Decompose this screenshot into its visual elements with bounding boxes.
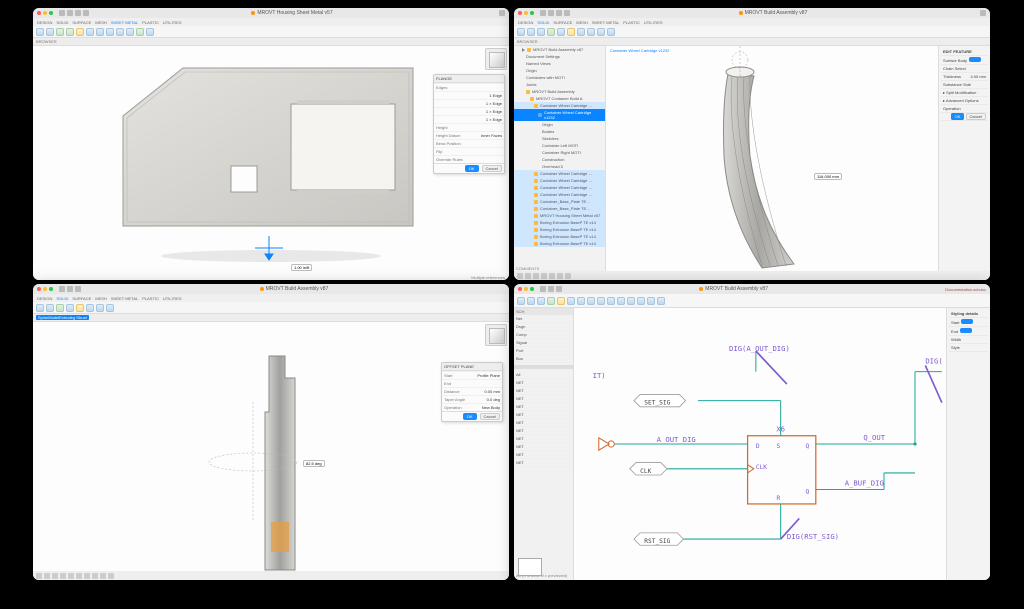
status-text: Multiple references (471, 275, 505, 280)
svg-text:Q: Q (805, 489, 809, 496)
schematic-svg: X6 D CLK Q Q S R (574, 308, 946, 580)
svg-text:IT): IT) (593, 371, 606, 380)
panel-title: OFFSET PLANE (442, 363, 502, 371)
doc-title: MROVT Housing Sheet Metal v57 (251, 10, 332, 16)
dimension-tag[interactable]: 82.5 deg (303, 460, 325, 467)
ribbon[interactable] (33, 302, 509, 314)
net-list[interactable]: All NET NET NET NET NET NET NET NET NET … (514, 371, 573, 467)
titlebar: MROVT Housing Sheet Metal v57 (33, 8, 509, 18)
svg-text:Q: Q (805, 443, 809, 450)
svg-text:S: S (777, 443, 781, 450)
minimize-icon[interactable] (524, 11, 528, 15)
minimize-icon[interactable] (524, 287, 528, 291)
ok-button[interactable]: OK (463, 413, 477, 420)
zoom-icon[interactable] (530, 11, 534, 15)
ribbon[interactable] (33, 26, 509, 38)
minimize-icon[interactable] (43, 11, 47, 15)
svg-text:CLK: CLK (756, 464, 767, 471)
svg-text:RST_SIG: RST_SIG (644, 538, 670, 545)
panel-title: EDIT FEATURE (941, 48, 988, 56)
comments-label[interactable]: COMMENTS (516, 266, 539, 271)
browser-bar[interactable]: BROWSER (514, 38, 990, 46)
svg-text:DIG(A_OUT_DIG): DIG(A_OUT_DIG) (729, 344, 790, 353)
window-q2: MROVT Build Assembly v87 DESIGNSOLIDSURF… (514, 8, 990, 280)
svg-text:SET_SIG: SET_SIG (644, 400, 670, 407)
close-icon[interactable] (37, 287, 41, 291)
model-cartridge (514, 46, 990, 276)
viewport[interactable]: 82.5 deg OFFSET PLANE StartProfile Plane… (33, 322, 509, 580)
svg-text:CLK: CLK (640, 468, 651, 475)
dimension-tag[interactable]: 116.000 mm (814, 173, 842, 180)
flange-panel[interactable]: FLANGE Edges 1 Edge 1 × Edge 1 × Edge 1 … (433, 74, 505, 174)
zoom-icon[interactable] (49, 287, 53, 291)
titlebar: MROVT Build Assembly v87 (33, 284, 509, 294)
tab-bar[interactable]: DESIGNSOLIDSURFACE MESHSHEET METALPLASTI… (514, 18, 990, 26)
cancel-button[interactable]: Cancel (482, 165, 502, 172)
doc-title: MROVT Build Assembly v87 (699, 286, 768, 292)
close-icon[interactable] (518, 11, 522, 15)
ok-button[interactable]: OK (951, 113, 965, 120)
tab-bar[interactable]: DESIGNSOLIDSURFACE MESHSHEET METAL PLAST… (33, 18, 509, 26)
zoom-icon[interactable] (49, 11, 53, 15)
sheet-thumb[interactable] (518, 558, 542, 576)
panel-title: FLANGE (434, 75, 504, 83)
model-column (33, 322, 509, 580)
close-icon[interactable] (37, 11, 41, 15)
browser-bar[interactable]: SpineModelExtrudeg Struct (33, 314, 509, 322)
viewport[interactable]: Container Wheel Cartridge v1232 MROVT Bu… (514, 46, 990, 280)
svg-text:D: D (756, 443, 760, 450)
schematic-canvas[interactable]: SCH Net Dsgn Comp Signal Port Bus All NE… (514, 308, 990, 580)
edit-feature-panel[interactable]: EDIT FEATURE Surface Body Chain Select T… (938, 46, 990, 280)
titlebar: MROVT Build Assembly v87 Documentation.s… (514, 284, 990, 294)
ok-button[interactable]: OK (465, 165, 479, 172)
minimize-icon[interactable] (43, 287, 47, 291)
left-panel[interactable]: SCH Net Dsgn Comp Signal Port Bus All NE… (514, 308, 574, 580)
window-q1: MROVT Housing Sheet Metal v57 DESIGNSOLI… (33, 8, 509, 280)
svg-text:A_BUF_DIG: A_BUF_DIG (845, 478, 884, 487)
cancel-button[interactable]: Cancel (966, 113, 986, 120)
doc-title: MROVT Build Assembly v87 (739, 10, 808, 16)
svg-text:R: R (777, 495, 781, 502)
style-panel[interactable]: Styling details Start End Width Style (946, 308, 990, 580)
titlebar: MROVT Build Assembly v87 (514, 8, 990, 18)
window-q4: MROVT Build Assembly v87 Documentation.s… (514, 284, 990, 580)
schematic-toolbar[interactable] (514, 294, 990, 308)
timeline[interactable] (514, 271, 990, 280)
timeline[interactable] (33, 571, 509, 580)
cancel-button[interactable]: Cancel (480, 413, 500, 420)
ribbon[interactable] (514, 26, 990, 38)
scale-badge: 1.00 in/ft (291, 264, 312, 271)
svg-text:DIG(: DIG( (925, 356, 942, 365)
svg-text:A_OUT_DIG: A_OUT_DIG (657, 435, 696, 444)
svg-text:Q_OUT: Q_OUT (863, 433, 885, 442)
close-icon[interactable] (518, 287, 522, 291)
doc-title: MROVT Build Assembly v87 (260, 286, 329, 292)
tab-bar[interactable]: DESIGNSOLIDSURFACE MESHSHEET METALPLASTI… (33, 294, 509, 302)
svg-text:DIG(RST_SIG): DIG(RST_SIG) (787, 532, 839, 541)
panel-title: Styling details (949, 310, 988, 318)
zoom-icon[interactable] (530, 287, 534, 291)
offset-plane-panel[interactable]: OFFSET PLANE StartProfile Plane End Dist… (441, 362, 503, 422)
viewport[interactable]: 1.00 in/ft FLANGE Edges 1 Edge 1 × Edge … (33, 46, 509, 280)
doc-title-right: Documentation.schdoc (945, 287, 986, 292)
window-q3: MROVT Build Assembly v87 DESIGNSOLIDSURF… (33, 284, 509, 580)
browser-bar[interactable]: BROWSER (33, 38, 509, 46)
